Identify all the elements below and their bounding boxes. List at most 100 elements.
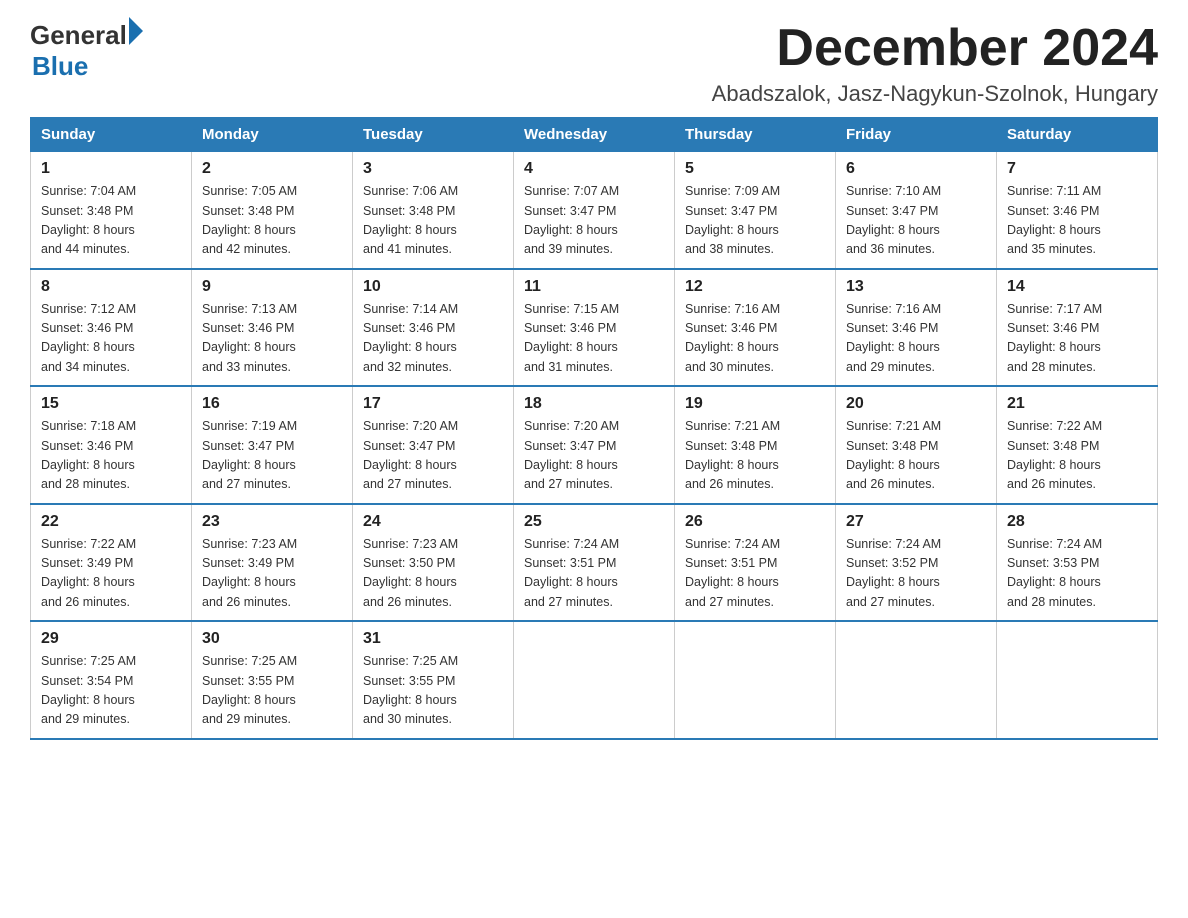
day-number: 9 [202,278,342,296]
day-info: Sunrise: 7:25 AMSunset: 3:55 PMDaylight:… [363,654,458,726]
day-info: Sunrise: 7:23 AMSunset: 3:50 PMDaylight:… [363,537,458,609]
calendar-cell: 14 Sunrise: 7:17 AMSunset: 3:46 PMDaylig… [997,269,1158,387]
calendar-cell: 16 Sunrise: 7:19 AMSunset: 3:47 PMDaylig… [192,386,353,504]
day-number: 25 [524,513,664,531]
day-number: 30 [202,630,342,648]
day-number: 1 [41,160,181,178]
weekday-header-thursday: Thursday [675,118,836,152]
day-info: Sunrise: 7:04 AMSunset: 3:48 PMDaylight:… [41,184,136,256]
day-number: 7 [1007,160,1147,178]
day-number: 22 [41,513,181,531]
day-info: Sunrise: 7:06 AMSunset: 3:48 PMDaylight:… [363,184,458,256]
logo-general-text: General [30,20,127,51]
calendar-cell: 8 Sunrise: 7:12 AMSunset: 3:46 PMDayligh… [31,269,192,387]
day-number: 16 [202,395,342,413]
day-number: 8 [41,278,181,296]
day-info: Sunrise: 7:20 AMSunset: 3:47 PMDaylight:… [363,419,458,491]
day-number: 10 [363,278,503,296]
day-number: 24 [363,513,503,531]
day-number: 26 [685,513,825,531]
day-info: Sunrise: 7:21 AMSunset: 3:48 PMDaylight:… [846,419,941,491]
day-number: 23 [202,513,342,531]
calendar-week-row: 29 Sunrise: 7:25 AMSunset: 3:54 PMDaylig… [31,621,1158,739]
weekday-header-tuesday: Tuesday [353,118,514,152]
calendar-cell: 25 Sunrise: 7:24 AMSunset: 3:51 PMDaylig… [514,504,675,622]
day-info: Sunrise: 7:25 AMSunset: 3:54 PMDaylight:… [41,654,136,726]
day-info: Sunrise: 7:19 AMSunset: 3:47 PMDaylight:… [202,419,297,491]
day-info: Sunrise: 7:12 AMSunset: 3:46 PMDaylight:… [41,302,136,374]
location-subtitle: Abadszalok, Jasz-Nagykun-Szolnok, Hungar… [712,81,1158,107]
calendar-cell: 2 Sunrise: 7:05 AMSunset: 3:48 PMDayligh… [192,152,353,269]
calendar-cell: 20 Sunrise: 7:21 AMSunset: 3:48 PMDaylig… [836,386,997,504]
calendar-cell: 9 Sunrise: 7:13 AMSunset: 3:46 PMDayligh… [192,269,353,387]
weekday-header-friday: Friday [836,118,997,152]
calendar-cell [836,621,997,739]
calendar-cell: 24 Sunrise: 7:23 AMSunset: 3:50 PMDaylig… [353,504,514,622]
calendar-table: SundayMondayTuesdayWednesdayThursdayFrid… [30,117,1158,740]
calendar-cell: 28 Sunrise: 7:24 AMSunset: 3:53 PMDaylig… [997,504,1158,622]
day-info: Sunrise: 7:24 AMSunset: 3:51 PMDaylight:… [685,537,780,609]
day-number: 2 [202,160,342,178]
day-number: 13 [846,278,986,296]
calendar-week-row: 1 Sunrise: 7:04 AMSunset: 3:48 PMDayligh… [31,152,1158,269]
day-info: Sunrise: 7:20 AMSunset: 3:47 PMDaylight:… [524,419,619,491]
calendar-cell: 1 Sunrise: 7:04 AMSunset: 3:48 PMDayligh… [31,152,192,269]
day-info: Sunrise: 7:24 AMSunset: 3:53 PMDaylight:… [1007,537,1102,609]
day-info: Sunrise: 7:23 AMSunset: 3:49 PMDaylight:… [202,537,297,609]
calendar-cell: 29 Sunrise: 7:25 AMSunset: 3:54 PMDaylig… [31,621,192,739]
calendar-cell: 23 Sunrise: 7:23 AMSunset: 3:49 PMDaylig… [192,504,353,622]
calendar-title-area: December 2024 Abadszalok, Jasz-Nagykun-S… [712,20,1158,107]
day-info: Sunrise: 7:17 AMSunset: 3:46 PMDaylight:… [1007,302,1102,374]
day-info: Sunrise: 7:15 AMSunset: 3:46 PMDaylight:… [524,302,619,374]
calendar-week-row: 22 Sunrise: 7:22 AMSunset: 3:49 PMDaylig… [31,504,1158,622]
day-number: 15 [41,395,181,413]
logo-triangle-icon [129,17,143,45]
weekday-header-row: SundayMondayTuesdayWednesdayThursdayFrid… [31,118,1158,152]
day-number: 21 [1007,395,1147,413]
calendar-cell: 27 Sunrise: 7:24 AMSunset: 3:52 PMDaylig… [836,504,997,622]
logo: General Blue [30,20,143,82]
day-number: 31 [363,630,503,648]
day-info: Sunrise: 7:22 AMSunset: 3:49 PMDaylight:… [41,537,136,609]
weekday-header-wednesday: Wednesday [514,118,675,152]
day-info: Sunrise: 7:05 AMSunset: 3:48 PMDaylight:… [202,184,297,256]
day-info: Sunrise: 7:13 AMSunset: 3:46 PMDaylight:… [202,302,297,374]
calendar-cell: 19 Sunrise: 7:21 AMSunset: 3:48 PMDaylig… [675,386,836,504]
day-info: Sunrise: 7:18 AMSunset: 3:46 PMDaylight:… [41,419,136,491]
calendar-week-row: 8 Sunrise: 7:12 AMSunset: 3:46 PMDayligh… [31,269,1158,387]
calendar-cell: 3 Sunrise: 7:06 AMSunset: 3:48 PMDayligh… [353,152,514,269]
day-info: Sunrise: 7:24 AMSunset: 3:52 PMDaylight:… [846,537,941,609]
day-info: Sunrise: 7:07 AMSunset: 3:47 PMDaylight:… [524,184,619,256]
day-number: 19 [685,395,825,413]
calendar-cell: 6 Sunrise: 7:10 AMSunset: 3:47 PMDayligh… [836,152,997,269]
month-title: December 2024 [712,20,1158,77]
day-number: 20 [846,395,986,413]
day-number: 29 [41,630,181,648]
day-info: Sunrise: 7:16 AMSunset: 3:46 PMDaylight:… [846,302,941,374]
calendar-cell: 22 Sunrise: 7:22 AMSunset: 3:49 PMDaylig… [31,504,192,622]
calendar-cell: 21 Sunrise: 7:22 AMSunset: 3:48 PMDaylig… [997,386,1158,504]
day-number: 3 [363,160,503,178]
day-number: 17 [363,395,503,413]
calendar-cell: 5 Sunrise: 7:09 AMSunset: 3:47 PMDayligh… [675,152,836,269]
calendar-cell [675,621,836,739]
weekday-header-saturday: Saturday [997,118,1158,152]
day-info: Sunrise: 7:16 AMSunset: 3:46 PMDaylight:… [685,302,780,374]
calendar-week-row: 15 Sunrise: 7:18 AMSunset: 3:46 PMDaylig… [31,386,1158,504]
calendar-cell [514,621,675,739]
day-number: 14 [1007,278,1147,296]
calendar-cell: 10 Sunrise: 7:14 AMSunset: 3:46 PMDaylig… [353,269,514,387]
day-number: 12 [685,278,825,296]
calendar-cell: 31 Sunrise: 7:25 AMSunset: 3:55 PMDaylig… [353,621,514,739]
day-info: Sunrise: 7:11 AMSunset: 3:46 PMDaylight:… [1007,184,1101,256]
calendar-cell: 4 Sunrise: 7:07 AMSunset: 3:47 PMDayligh… [514,152,675,269]
calendar-cell: 18 Sunrise: 7:20 AMSunset: 3:47 PMDaylig… [514,386,675,504]
day-number: 5 [685,160,825,178]
logo-blue-text: Blue [32,51,88,81]
calendar-cell: 11 Sunrise: 7:15 AMSunset: 3:46 PMDaylig… [514,269,675,387]
day-info: Sunrise: 7:24 AMSunset: 3:51 PMDaylight:… [524,537,619,609]
day-number: 18 [524,395,664,413]
day-info: Sunrise: 7:22 AMSunset: 3:48 PMDaylight:… [1007,419,1102,491]
calendar-cell [997,621,1158,739]
day-info: Sunrise: 7:21 AMSunset: 3:48 PMDaylight:… [685,419,780,491]
